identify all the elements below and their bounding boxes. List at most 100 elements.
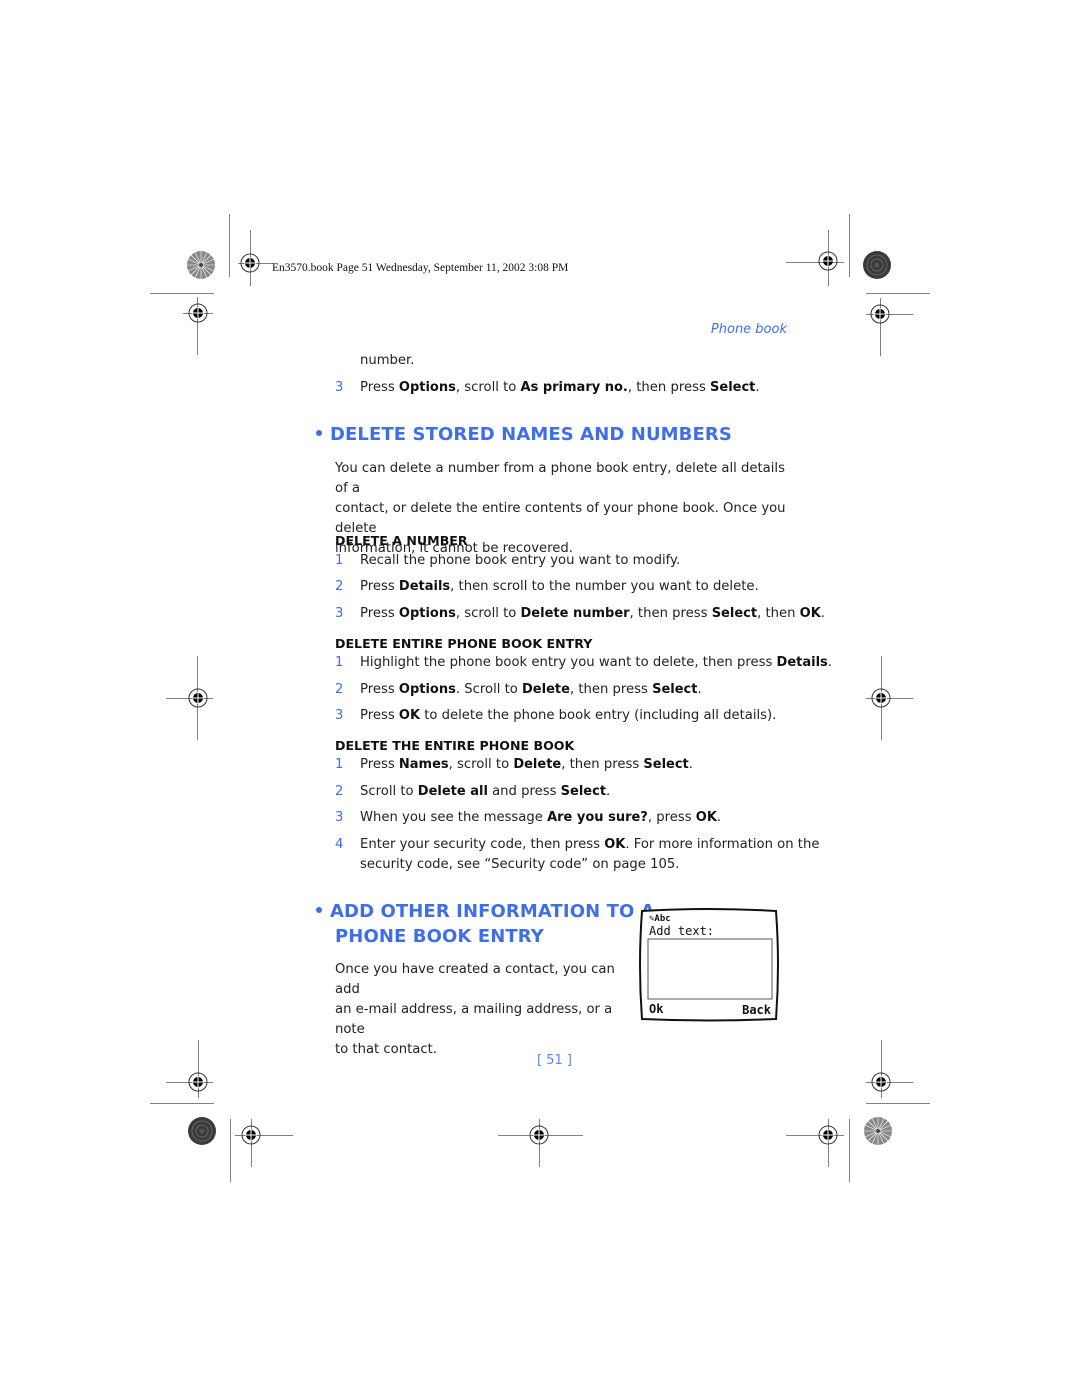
section-heading: ADD OTHER INFORMATION TO A: [316, 901, 655, 922]
ui-term: Options: [398, 380, 456, 395]
registration-target-icon: [241, 1125, 261, 1145]
step-text: Recall the phone book entry you want to …: [360, 553, 680, 568]
text-run: , then press: [561, 757, 644, 772]
ui-term: Select: [711, 606, 758, 621]
registration-target-icon: [818, 251, 838, 271]
step-text: Press Options. Scroll to Delete, then pr…: [360, 682, 702, 697]
subheading: DELETE A NUMBER: [335, 533, 468, 548]
print-info-slug: En3570.book Page 51 Wednesday, September…: [272, 262, 569, 274]
text-run: Press: [360, 606, 399, 621]
step-text: Scroll to Delete all and press Select.: [360, 784, 610, 799]
text-run: to delete the phone book entry (includin…: [420, 708, 777, 723]
paragraph-line: Once you have created a contact, you can…: [335, 962, 615, 997]
text-run: Press: [360, 757, 399, 772]
text-run: When you see the message: [360, 810, 548, 825]
registration-target-icon: [871, 688, 891, 708]
ui-term: Select: [643, 757, 689, 772]
step-text: Press Options, scroll to As primary no.,…: [360, 380, 760, 395]
step-text: Highlight the phone book entry you want …: [360, 655, 832, 670]
ui-term: Details: [398, 579, 451, 594]
halftone-mark-icon: [187, 1116, 217, 1146]
ui-term: Options: [398, 606, 456, 621]
ui-term: Delete: [522, 682, 570, 697]
right-softkey: Back: [742, 1003, 771, 1017]
starburst-mark-icon: [186, 250, 216, 280]
left-softkey: Ok: [649, 1002, 664, 1016]
text-run: Press: [360, 708, 399, 723]
text-run: .: [688, 757, 693, 772]
text-run: , then: [757, 606, 800, 621]
registration-target-icon: [871, 1072, 891, 1092]
text-run: . Scroll to: [455, 682, 523, 697]
subheading: DELETE ENTIRE PHONE BOOK ENTRY: [335, 636, 593, 651]
section-heading-text: DELETE STORED NAMES AND NUMBERS: [330, 424, 732, 445]
text-run: Press: [360, 380, 399, 395]
text-mode-indicator: ✎Abc: [649, 914, 671, 924]
text-run: Enter your security code, then press: [360, 837, 605, 852]
registration-target-icon: [188, 303, 208, 323]
subheading: DELETE THE ENTIRE PHONE BOOK: [335, 738, 575, 753]
bullet-icon: [316, 430, 322, 436]
ui-term: Are you sure?: [547, 810, 648, 825]
paragraph-line: You can delete a number from a phone boo…: [335, 461, 785, 496]
text-run: , then press: [627, 380, 711, 395]
step-number: 1: [335, 655, 344, 670]
step-number: 2: [335, 579, 344, 594]
text-run: .: [697, 682, 702, 697]
registration-target-icon: [240, 253, 260, 273]
text-run: , then press: [629, 606, 712, 621]
text-run: Highlight the phone book entry you want …: [360, 655, 777, 670]
step-number: 3: [335, 810, 344, 825]
section-paragraph: Once you have created a contact, you can…: [335, 960, 625, 1060]
text-run: and press: [487, 784, 561, 799]
step-number: 2: [335, 784, 344, 799]
crop-line: [866, 1103, 930, 1104]
crop-line: [150, 293, 214, 294]
ui-term: Options: [398, 682, 456, 697]
registration-target-icon: [188, 688, 208, 708]
text-run: .: [716, 810, 722, 825]
ui-term: Select: [710, 380, 756, 395]
step-number: 1: [335, 553, 344, 568]
ui-term: Delete: [513, 757, 562, 772]
step-number: 1: [335, 757, 344, 772]
step-number: 2: [335, 682, 344, 697]
section-heading: DELETE STORED NAMES AND NUMBERS: [316, 424, 732, 445]
text-run: , press: [647, 810, 696, 825]
crop-line: [150, 1103, 214, 1104]
crop-line: [866, 293, 930, 294]
text-run: .: [755, 380, 760, 395]
text-run: , then press: [569, 682, 653, 697]
text-run: Recall the phone book entry you want to …: [360, 553, 681, 568]
registration-target-icon: [188, 1072, 208, 1092]
registration-target-icon: [529, 1125, 549, 1145]
step-text: Press Options, scroll to Delete number, …: [360, 606, 825, 621]
ui-term: OK: [799, 606, 821, 621]
crop-line: [230, 1119, 231, 1182]
ui-term: Delete number: [520, 606, 630, 621]
running-head: Phone book: [710, 322, 787, 337]
text-run: . For more information on the: [625, 837, 820, 852]
crop-line: [849, 1119, 850, 1182]
step-number: 4: [335, 837, 344, 852]
ui-term: Delete all: [417, 784, 488, 799]
text-run: , scroll to: [448, 757, 514, 772]
text-run: , then scroll to the number you want to …: [450, 579, 759, 594]
ui-term: OK: [604, 837, 626, 852]
screen-prompt: Add text:: [649, 924, 715, 938]
ui-term: As primary no.: [520, 380, 628, 395]
bullet-icon: [316, 907, 322, 913]
starburst-mark-icon: [863, 1116, 893, 1146]
text-run: .: [820, 606, 825, 621]
phone-screen-illustration: ✎Abc Add text: Ok Back: [639, 908, 779, 1022]
step-text: Press OK to delete the phone book entry …: [360, 708, 776, 723]
mode-label: Abc: [654, 914, 671, 924]
section-heading-text: ADD OTHER INFORMATION TO A: [330, 901, 655, 922]
step-text: Press Details, then scroll to the number…: [360, 579, 759, 594]
step-text: Enter your security code, then press OK.…: [360, 837, 819, 852]
ui-term: Details: [776, 655, 828, 670]
text-run: Press: [360, 579, 399, 594]
ui-term: Select: [560, 784, 607, 799]
text-run: .: [827, 655, 832, 670]
text-run: .: [606, 784, 611, 799]
